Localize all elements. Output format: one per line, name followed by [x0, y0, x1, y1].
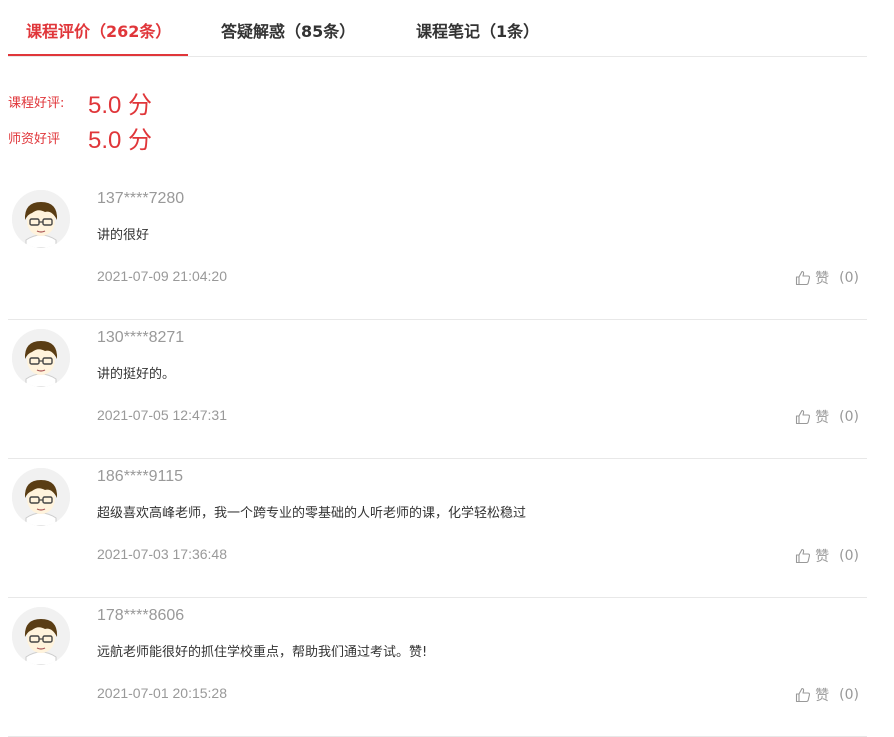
review-username: 137****7280: [97, 190, 185, 207]
review-item: 130****8271 讲的挺好的。 2021-07-05 12:47:31 赞…: [8, 319, 867, 459]
like-label: 赞: [815, 271, 830, 287]
thumbs-up-icon: [796, 687, 811, 703]
like-label: 赞: [815, 688, 830, 704]
review-username: 186****9115: [97, 468, 184, 485]
review-item: 186****9115 超级喜欢高峰老师，我一个跨专业的零基础的人听老师的课，化…: [8, 458, 867, 598]
tab-qa[interactable]: 答疑解惑（85条）: [221, 0, 355, 56]
thumbs-up-icon: [796, 409, 811, 425]
review-date: 2021-07-09 21:04:20: [97, 268, 227, 284]
like-button[interactable]: 赞 (0): [795, 685, 859, 705]
tab-course-reviews[interactable]: 课程评价（262条）: [26, 0, 171, 56]
like-button[interactable]: 赞 (0): [795, 546, 859, 566]
course-rating-label: 课程好评:: [8, 96, 65, 111]
avatar-icon: [12, 607, 70, 665]
teacher-rating-label: 师资好评: [8, 132, 61, 147]
like-label: 赞: [815, 549, 830, 565]
like-button[interactable]: 赞 (0): [795, 407, 859, 427]
like-button[interactable]: 赞 (0): [795, 268, 859, 288]
avatar-icon: [12, 190, 70, 248]
review-item: 137****7280 讲的很好 2021-07-09 21:04:20 赞 (…: [8, 180, 867, 320]
review-date: 2021-07-01 20:15:28: [97, 685, 227, 701]
like-count: (0): [839, 687, 859, 703]
thumbs-up-icon: [796, 548, 811, 564]
like-count: (0): [839, 270, 859, 286]
course-rating-value: 5.0 分: [88, 92, 153, 119]
review-content: 讲的很好: [97, 228, 150, 243]
thumbs-up-icon: [796, 270, 811, 286]
review-item: 178****8606 远航老师能很好的抓住学校重点，帮助我们通过考试。赞! 2…: [8, 597, 867, 737]
active-tab-indicator: [8, 54, 188, 56]
review-content: 超级喜欢高峰老师，我一个跨专业的零基础的人听老师的课，化学轻松稳过: [97, 506, 527, 521]
avatar-icon: [12, 329, 70, 387]
teacher-rating-value: 5.0 分: [88, 127, 153, 154]
like-count: (0): [839, 548, 859, 564]
review-tabs: 课程评价（262条） 答疑解惑（85条） 课程笔记（1条）: [8, 0, 867, 57]
like-label: 赞: [815, 410, 830, 426]
like-count: (0): [839, 409, 859, 425]
review-date: 2021-07-05 12:47:31: [97, 407, 227, 423]
review-username: 130****8271: [97, 329, 185, 346]
review-content: 远航老师能很好的抓住学校重点，帮助我们通过考试。赞!: [97, 645, 428, 660]
review-date: 2021-07-03 17:36:48: [97, 546, 227, 562]
review-username: 178****8606: [97, 607, 185, 624]
avatar-icon: [12, 468, 70, 526]
review-content: 讲的挺好的。: [97, 367, 176, 382]
tab-notes[interactable]: 课程笔记（1条）: [416, 0, 539, 56]
